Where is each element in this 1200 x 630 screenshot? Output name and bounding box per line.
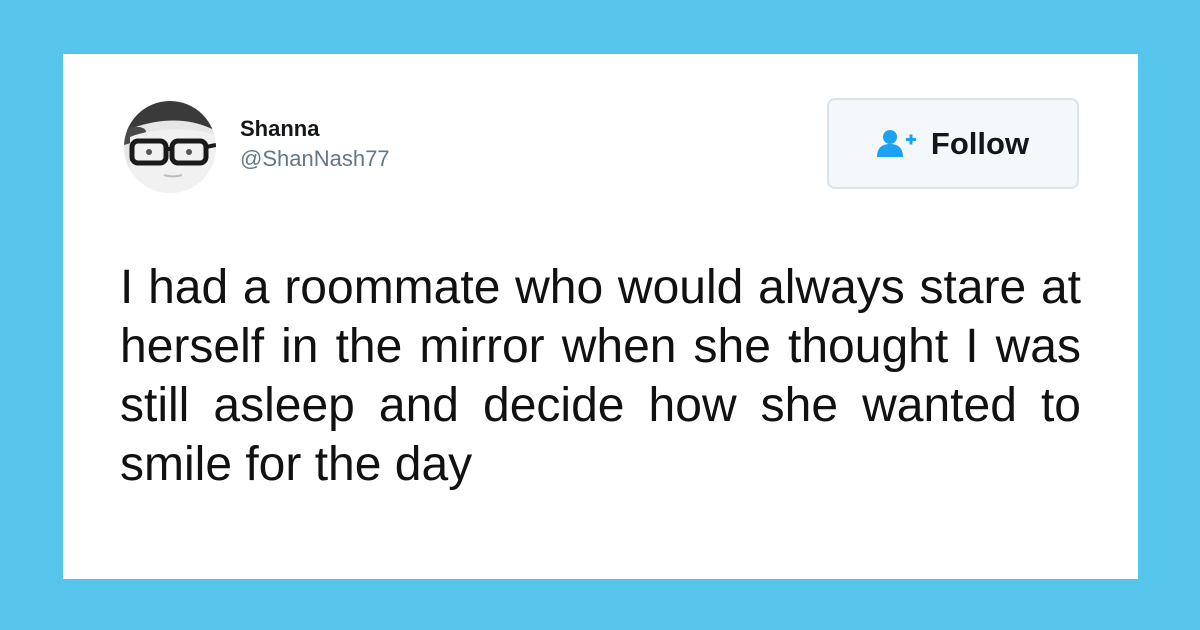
user-handle[interactable]: @ShanNash77 [240,145,390,173]
avatar[interactable] [124,101,216,193]
display-name[interactable]: Shanna [240,116,390,142]
profile-photo-icon [124,101,216,193]
add-user-icon [876,129,917,159]
tweet-text: I had a roommate who would always stare … [120,261,1081,491]
tweet-card: Shanna @ShanNash77 Follow I had a roomma… [63,54,1138,579]
user-info: Shanna @ShanNash77 [240,116,390,173]
follow-button[interactable]: Follow [827,98,1079,189]
follow-label: Follow [930,125,1030,161]
